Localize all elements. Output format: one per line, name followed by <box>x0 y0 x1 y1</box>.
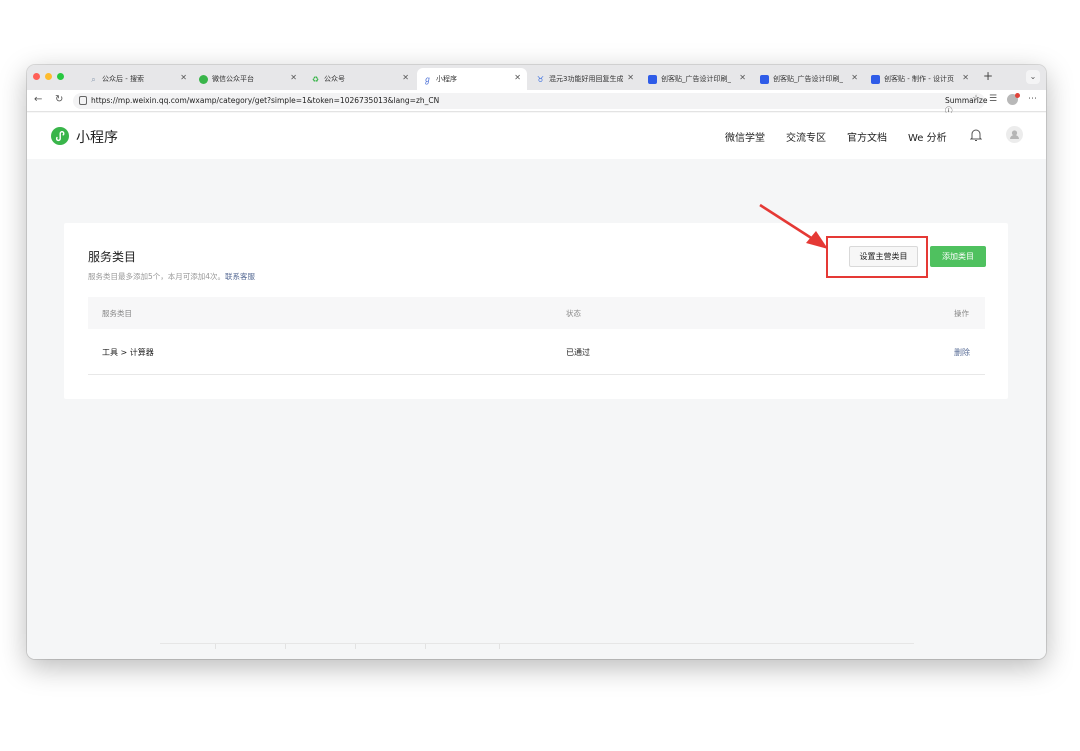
user-avatar[interactable] <box>1006 126 1023 143</box>
close-icon[interactable]: ✕ <box>180 73 187 82</box>
profile-avatar[interactable] <box>1007 93 1020 105</box>
favorites-icon[interactable]: ☰ <box>989 94 997 104</box>
card-subtitle: 服务类目最多添加5个，本月可添加4次。联系客服 <box>88 271 255 282</box>
tab-4[interactable]: ♉ 混元3功能好用回复生成 ✕ <box>530 68 640 90</box>
chuangketie-icon <box>871 74 880 84</box>
tab-2[interactable]: ♻ 公众号 ✕ <box>305 68 415 90</box>
card-title: 服务类目 <box>88 250 137 264</box>
tab-label: 创客贴 - 制作 - 设计页 <box>884 75 954 83</box>
summarize-label: Summarize <box>945 96 988 105</box>
footer-divider-tick <box>215 644 216 649</box>
footer-divider-tick <box>355 644 356 649</box>
hunyuan-icon: ♉ <box>536 74 545 84</box>
notification-dot <box>1015 93 1020 98</box>
browser-window: ⌕ 公众后 - 搜索 ✕ 微信公众平台 ✕ ♻ 公众号 ✕ ℊ 小程序 ✕ ♉ … <box>27 65 1046 659</box>
footer-divider <box>160 643 914 644</box>
table-header: 服务类目 状态 操作 <box>88 297 985 329</box>
subtitle-text: 服务类目最多添加5个，本月可添加4次。 <box>88 272 226 281</box>
user-icon <box>1010 130 1019 139</box>
close-icon[interactable]: ✕ <box>739 73 746 82</box>
footer-divider-tick <box>285 644 286 649</box>
add-category-button[interactable]: 添加类目 <box>930 246 986 267</box>
nav-community[interactable]: 交流专区 <box>786 129 826 144</box>
address-bar-row: ← ↻ https://mp.weixin.qq.com/wxamp/categ… <box>27 90 1046 115</box>
tab-label: 创客贴_广告设计印刷_ <box>773 75 843 83</box>
set-main-category-button[interactable]: 设置主营类目 <box>849 246 918 267</box>
service-category-card: 服务类目 服务类目最多添加5个，本月可添加4次。联系客服 设置主营类目 添加类目… <box>64 203 1008 399</box>
close-icon[interactable]: ✕ <box>627 73 634 82</box>
tab-label: 小程序 <box>436 75 457 83</box>
tab-label: 公众后 - 搜索 <box>102 75 144 83</box>
category-cell: 工具 > 计算器 <box>102 348 154 357</box>
search-icon: ⌕ <box>91 74 96 84</box>
recycle-icon: ♻ <box>311 74 320 84</box>
tab-6[interactable]: 创客贴_广告设计印刷_ ✕ <box>754 68 864 90</box>
close-icon[interactable]: ✕ <box>402 73 409 82</box>
column-header-status: 状态 <box>566 309 581 318</box>
page: 小程序 微信学堂 交流专区 官方文档 We 分析 服务类目 服务类目最多添加5个… <box>27 113 1046 659</box>
bell-icon[interactable] <box>970 128 982 142</box>
tab-7[interactable]: 创客贴 - 制作 - 设计页 ✕ <box>865 68 975 90</box>
nav-wechat-academy[interactable]: 微信学堂 <box>725 129 765 144</box>
close-icon[interactable]: ✕ <box>851 73 858 82</box>
site-info-icon[interactable] <box>79 96 87 105</box>
table-row: 工具 > 计算器 已通过 删除 <box>88 329 985 375</box>
annotation-arrow-icon <box>759 203 828 249</box>
tab-3[interactable]: ℊ 小程序 ✕ <box>417 68 527 90</box>
delete-link[interactable]: 删除 <box>954 347 970 358</box>
tab-label: 公众号 <box>324 75 345 83</box>
maximize-window-button[interactable] <box>57 73 64 80</box>
tab-list-button[interactable]: ⌄ <box>1026 70 1040 84</box>
tab-5[interactable]: 创客贴_广告设计印刷_ ✕ <box>642 68 752 90</box>
address-bar[interactable]: https://mp.weixin.qq.com/wxamp/category/… <box>73 93 988 115</box>
brand-title[interactable]: 小程序 <box>76 127 118 147</box>
tab-label: 混元3功能好用回复生成 <box>549 75 624 83</box>
column-header-action: 操作 <box>954 309 969 318</box>
footer-divider-tick <box>425 644 426 649</box>
minimize-window-button[interactable] <box>45 73 52 80</box>
miniprogram-logo-icon[interactable] <box>51 127 69 145</box>
more-icon[interactable]: ⋯ <box>1028 94 1037 104</box>
tab-0[interactable]: ⌕ 公众后 - 搜索 ✕ <box>83 68 193 90</box>
close-icon[interactable]: ✕ <box>514 73 521 82</box>
status-cell: 已通过 <box>566 348 590 357</box>
tab-label: 创客贴_广告设计印刷_ <box>661 75 731 83</box>
site-header: 小程序 微信学堂 交流专区 官方文档 We 分析 <box>27 113 1046 159</box>
nav-official-docs[interactable]: 官方文档 <box>847 129 887 144</box>
contact-support-link[interactable]: 联系客服 <box>225 272 255 281</box>
chuangketie-icon <box>648 74 657 84</box>
close-icon[interactable]: ✕ <box>962 73 969 82</box>
tab-1[interactable]: 微信公众平台 ✕ <box>193 68 303 90</box>
close-icon[interactable]: ✕ <box>290 73 297 82</box>
back-icon[interactable]: ← <box>34 94 42 105</box>
url-text[interactable]: https://mp.weixin.qq.com/wxamp/category/… <box>91 96 439 105</box>
tab-label: 微信公众平台 <box>212 75 254 83</box>
chuangketie-icon <box>760 74 769 84</box>
new-tab-button[interactable]: + <box>983 69 993 83</box>
close-window-button[interactable] <box>33 73 40 80</box>
star-icon[interactable]: ☆ <box>972 94 980 104</box>
wechat-icon <box>199 74 208 84</box>
miniprogram-icon: ℊ <box>423 74 432 84</box>
footer-divider-tick <box>499 644 500 649</box>
tab-strip: ⌕ 公众后 - 搜索 ✕ 微信公众平台 ✕ ♻ 公众号 ✕ ℊ 小程序 ✕ ♉ … <box>27 65 1046 90</box>
column-header-category: 服务类目 <box>102 309 132 318</box>
reload-icon[interactable]: ↻ <box>55 94 63 105</box>
nav-we-analytics[interactable]: We 分析 <box>908 129 947 144</box>
